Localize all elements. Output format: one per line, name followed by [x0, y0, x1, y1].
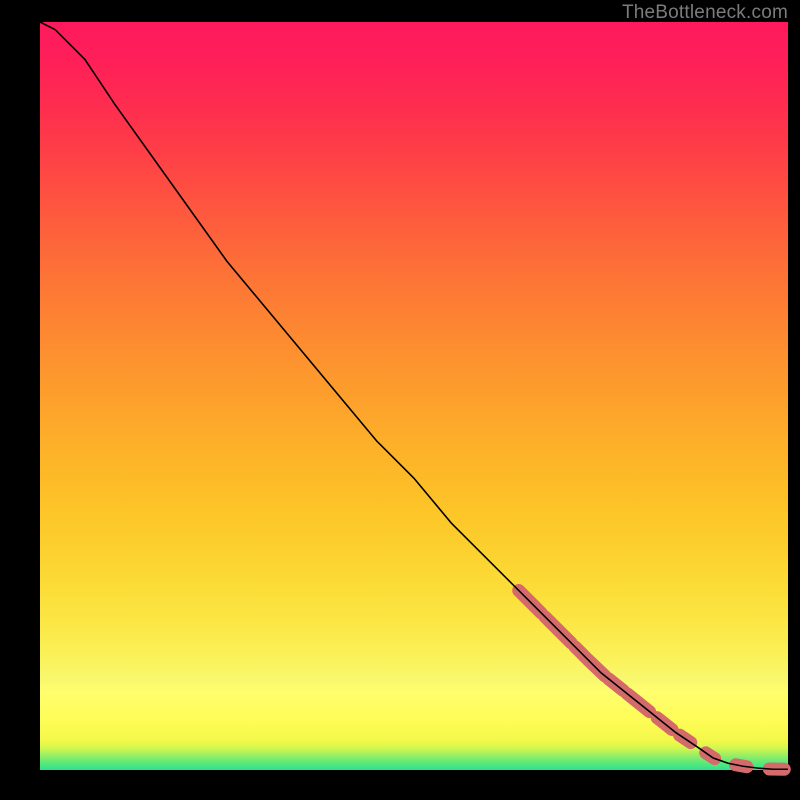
marker-layer — [519, 590, 785, 769]
chart-svg — [40, 22, 788, 770]
curve-line — [40, 22, 788, 769]
watermark-text: TheBottleneck.com — [622, 2, 788, 24]
chart-frame: TheBottleneck.com — [0, 0, 800, 800]
plot-area — [40, 22, 788, 770]
